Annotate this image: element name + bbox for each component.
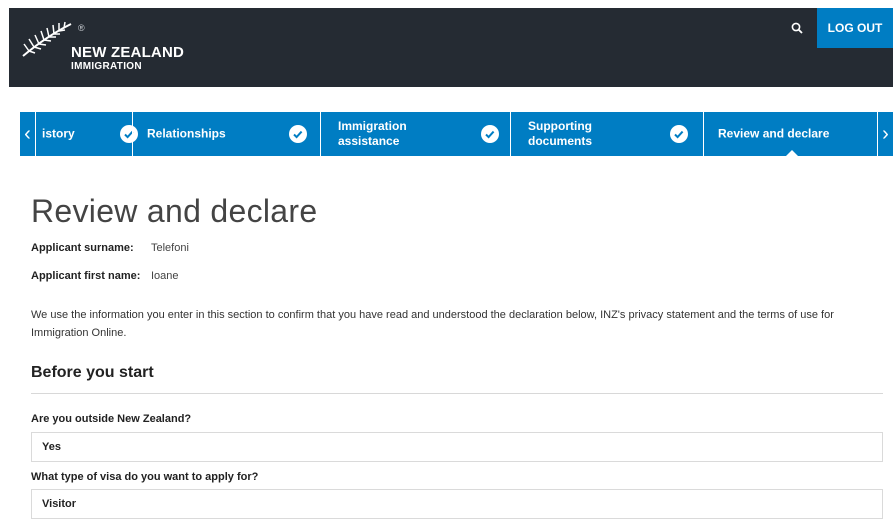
check-circle-icon: [670, 125, 688, 143]
section-divider: [31, 393, 883, 394]
step-label: istory: [42, 126, 75, 141]
visa-type-value: Visitor: [31, 489, 883, 519]
search-button[interactable]: [777, 8, 817, 48]
step-relationships[interactable]: Relationships: [147, 112, 311, 156]
check-circle-icon: [481, 125, 499, 143]
logo-subtitle: IMMIGRATION: [71, 61, 142, 72]
step-label: Relationships: [147, 126, 226, 141]
applicant-firstname-label: Applicant first name:: [31, 270, 141, 282]
active-step-caret: [785, 150, 799, 157]
site-header: ® NEW ZEALAND IMMIGRATION LOG OUT: [9, 8, 893, 87]
applicant-surname-row: Applicant surname: Telefoni: [31, 242, 189, 254]
outside-nz-value: Yes: [31, 432, 883, 462]
step-supporting-documents[interactable]: Supporting documents: [528, 112, 688, 156]
steps-next-button[interactable]: ›: [877, 112, 893, 156]
step-immigration-assistance[interactable]: Immigration assistance: [338, 112, 499, 156]
search-icon: [791, 22, 803, 34]
progress-steps: ‹ istory Relationships Immigration assis…: [20, 112, 893, 156]
silver-fern-icon: [22, 21, 72, 57]
applicant-firstname-row: Applicant first name: Ioane: [31, 270, 179, 282]
intro-text: We use the information you enter in this…: [31, 309, 834, 339]
step-label: Supporting documents: [528, 119, 593, 148]
applicant-surname-value: Telefoni: [151, 242, 189, 254]
nz-immigration-logo[interactable]: ® NEW ZEALAND IMMIGRATION: [21, 20, 191, 72]
logout-button[interactable]: LOG OUT: [817, 8, 893, 48]
step-label: Immigration assistance: [338, 119, 407, 148]
steps-prev-button[interactable]: ‹: [20, 112, 36, 156]
step-label: Review and declare: [718, 126, 830, 141]
visa-type-label: What type of visa do you want to apply f…: [31, 471, 259, 483]
outside-nz-label: Are you outside New Zealand?: [31, 413, 192, 425]
logo-title: NEW ZEALAND: [71, 44, 185, 61]
before-you-start-heading: Before you start: [31, 364, 154, 381]
check-circle-icon: [120, 125, 138, 143]
check-circle-icon: [289, 125, 307, 143]
page-title: Review and declare: [31, 193, 318, 229]
registered-mark: ®: [78, 23, 85, 33]
step-history[interactable]: istory: [42, 112, 146, 156]
applicant-surname-label: Applicant surname:: [31, 242, 134, 254]
applicant-firstname-value: Ioane: [151, 270, 179, 282]
